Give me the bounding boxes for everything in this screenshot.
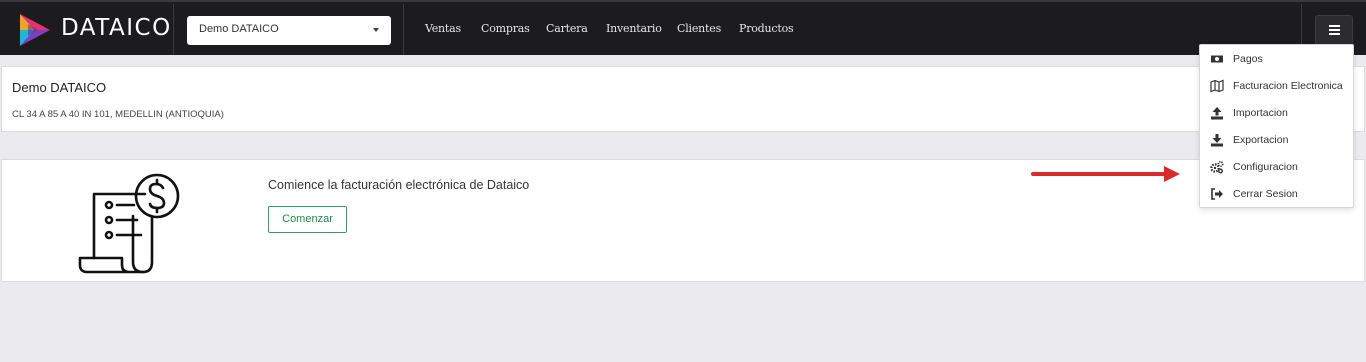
sign-out-icon bbox=[1211, 188, 1223, 200]
menu-item-label: Exportacion bbox=[1233, 134, 1289, 146]
map-icon bbox=[1210, 79, 1224, 93]
nav-inventario[interactable]: Inventario bbox=[606, 22, 662, 35]
upload-icon bbox=[1211, 107, 1223, 120]
start-button[interactable]: Comenzar bbox=[268, 206, 347, 233]
hamburger-menu-button[interactable] bbox=[1315, 15, 1353, 45]
menu-item-exportacion[interactable]: Exportacion bbox=[1200, 129, 1355, 151]
menu-item-facturacion-electronica[interactable]: Facturacion Electronica bbox=[1200, 75, 1355, 97]
gears-icon bbox=[1210, 160, 1224, 174]
navbar-divider bbox=[403, 4, 404, 55]
company-info-card: Demo DATAICO CL 34 A 85 A 40 IN 101, MED… bbox=[1, 66, 1365, 132]
onboarding-text: Comience la facturación electrónica de D… bbox=[268, 178, 530, 192]
navbar-divider bbox=[173, 4, 174, 55]
menu-item-cerrar-sesion[interactable]: Cerrar Sesion bbox=[1200, 183, 1355, 205]
menu-item-label: Cerrar Sesion bbox=[1233, 188, 1298, 200]
nav-cartera[interactable]: Cartera bbox=[546, 22, 588, 35]
money-icon bbox=[1211, 55, 1223, 63]
menu-item-label: Facturacion Electronica bbox=[1233, 80, 1343, 92]
menu-item-label: Pagos bbox=[1233, 53, 1263, 65]
menu-item-pagos[interactable]: Pagos bbox=[1200, 48, 1355, 70]
annotation-arrow-icon bbox=[1031, 166, 1180, 182]
nav-clientes[interactable]: Clientes bbox=[677, 22, 721, 35]
nav-compras[interactable]: Compras bbox=[481, 22, 530, 35]
menu-item-importacion[interactable]: Importacion bbox=[1200, 102, 1355, 124]
brand-name[interactable]: DATAICO bbox=[61, 15, 172, 41]
caret-down-icon bbox=[373, 28, 379, 32]
nav-ventas[interactable]: Ventas bbox=[425, 22, 461, 35]
download-icon bbox=[1211, 134, 1223, 147]
company-select[interactable]: Demo DATAICO bbox=[187, 16, 391, 45]
company-title: Demo DATAICO bbox=[12, 80, 107, 95]
menu-item-label: Importacion bbox=[1233, 107, 1288, 119]
invoice-dollar-icon bbox=[78, 173, 180, 274]
dataico-logo-icon[interactable] bbox=[18, 13, 52, 47]
menu-item-configuracion[interactable]: Configuracion bbox=[1200, 156, 1355, 178]
menu-item-label: Configuracion bbox=[1233, 161, 1298, 173]
top-navbar: DATAICO Demo DATAICO Ventas Compras Cart… bbox=[0, 0, 1366, 55]
nav-productos[interactable]: Productos bbox=[739, 22, 794, 35]
company-address: CL 34 A 85 A 40 IN 101, MEDELLIN (ANTIOQ… bbox=[12, 109, 224, 120]
company-select-value: Demo DATAICO bbox=[199, 23, 279, 35]
user-dropdown-menu: Pagos Facturacion Electronica Importacio… bbox=[1199, 44, 1354, 208]
